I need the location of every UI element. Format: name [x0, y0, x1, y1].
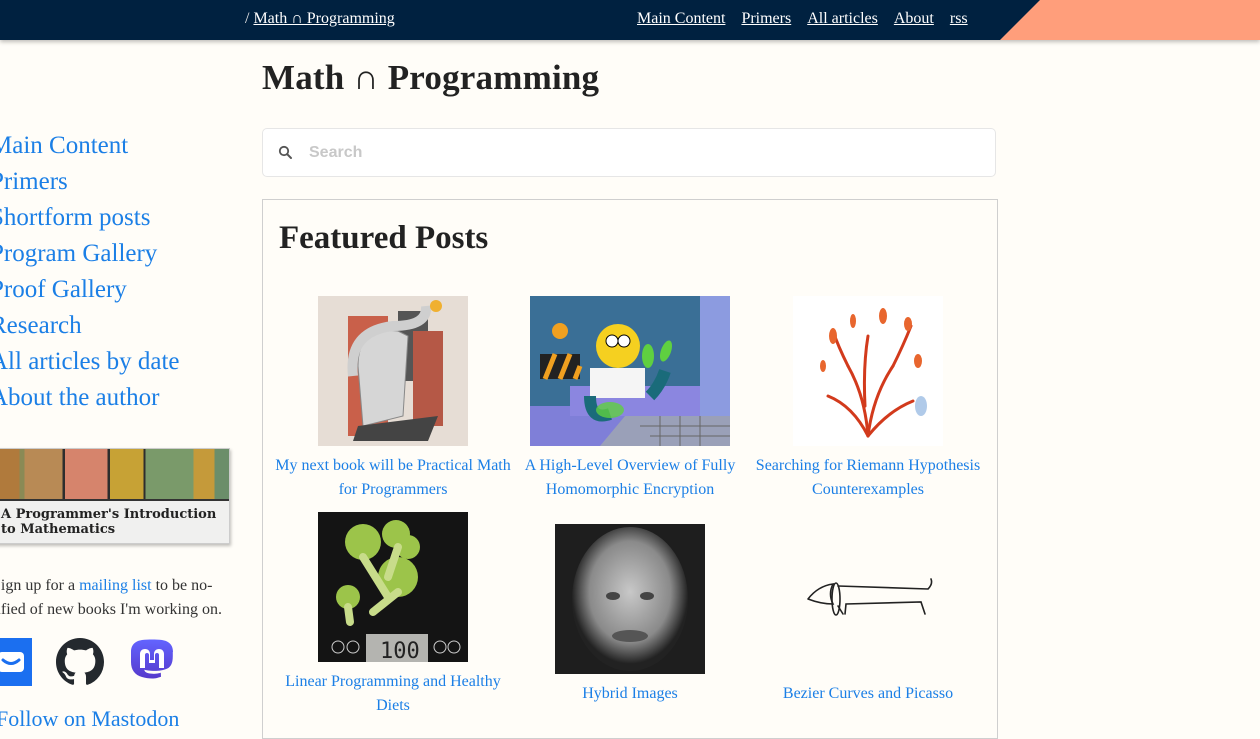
site-title: Math ∩ Programming [262, 58, 600, 97]
featured-post-bezier-picasso[interactable]: Bezier Curves and Picasso [750, 524, 986, 706]
mastodon-link[interactable] [128, 638, 176, 686]
signup-suffix: to be no- [151, 577, 213, 594]
top-nav-primers[interactable]: Primers [741, 10, 791, 28]
search-icon [278, 145, 292, 159]
mail-subscribe-button[interactable] [0, 638, 32, 686]
book-title-line-2: to Mathematics [1, 522, 116, 537]
fractal-plant-image [793, 296, 943, 446]
top-nav-all-articles[interactable]: All articles [807, 10, 878, 28]
mastodon-icon [131, 639, 173, 679]
top-nav: Main Content Primers All articles About … [637, 10, 968, 28]
sidebar-item-research[interactable]: Research [0, 312, 82, 339]
mailing-list-link[interactable]: mailing list [79, 577, 151, 594]
post-title: Bezier Curves and Picasso [782, 685, 954, 702]
sidebar-item-main-content[interactable]: Main Content [0, 132, 128, 159]
featured-post-linear-programming[interactable]: 100 Linear Programming and Healthy Diets [275, 512, 511, 718]
featured-post-hybrid-images[interactable]: Hybrid Images [512, 524, 748, 706]
sidebar-item-about-the-author[interactable]: About the author [0, 384, 159, 411]
breadcrumb-separator: / [245, 10, 250, 27]
featured-post-riemann[interactable]: Searching for Riemann Hypothesis Counter… [750, 296, 986, 502]
github-link[interactable] [56, 638, 104, 686]
search-box[interactable] [262, 128, 996, 177]
follow-mastodon-link[interactable]: Follow on Mastodon [0, 706, 179, 732]
svg-text:100: 100 [380, 639, 420, 662]
search-input[interactable] [307, 142, 961, 163]
homer-glovebox-image [530, 296, 730, 446]
sidebar-item-proof-gallery[interactable]: Proof Gallery [0, 276, 127, 303]
post-thumbnail-hybrid-face [555, 524, 705, 674]
breadcrumb: / Math ∩ Programming [245, 10, 395, 28]
top-nav-main-content[interactable]: Main Content [637, 10, 725, 28]
post-title: Linear Programming and Healthy Diets [285, 673, 501, 714]
post-thumbnail-abstract-painting [318, 296, 468, 446]
book-cover-mosaic-art [0, 449, 229, 501]
abstract-painting-image [318, 296, 468, 446]
topbar-accent-shape [1000, 0, 1260, 40]
featured-posts-heading: Featured Posts [279, 220, 489, 256]
broccoli-scale-image: 100 [318, 512, 468, 662]
sidebar-links: Main Content Primers Shortform posts Pro… [0, 128, 240, 416]
top-nav-rss[interactable]: rss [950, 10, 968, 28]
book-cover-link[interactable]: A Programmer's Introduction to Mathemati… [0, 448, 230, 544]
sidebar-item-all-articles-by-date[interactable]: All articles by date [0, 348, 180, 375]
signup-prefix: Sign up for a [0, 577, 80, 594]
featured-post-practical-math[interactable]: My next book will be Practical Math for … [275, 296, 511, 502]
post-title: Searching for Riemann Hypothesis Counter… [755, 457, 981, 498]
post-thumbnail-fractal-plant [793, 296, 943, 446]
sidebar-item-program-gallery[interactable]: Program Gallery [0, 240, 157, 267]
mail-icon [0, 652, 24, 672]
book-title-line-1: A Programmer's Introduction [1, 507, 217, 522]
post-thumbnail-homer-glovebox [530, 296, 730, 446]
featured-posts-panel: Featured Posts My next book will be Prac… [262, 199, 998, 739]
book-cover-title: A Programmer's Introduction to Mathemati… [0, 501, 229, 537]
mailing-list-signup-text: Sign up for a mailing list to be no- tif… [0, 574, 237, 622]
post-thumbnail-picasso-dog [793, 524, 943, 674]
post-thumbnail-broccoli-scale: 100 [318, 512, 468, 662]
sidebar-item-shortform-posts[interactable]: Shortform posts [0, 204, 150, 231]
featured-post-fhe[interactable]: A High-Level Overview of Fully Homomorph… [512, 296, 748, 502]
hybrid-face-image [555, 524, 705, 674]
post-title: A High-Level Overview of Fully Homomorph… [524, 457, 736, 498]
sidebar-item-primers[interactable]: Primers [0, 168, 68, 195]
signup-line-2: tified of new books I'm working on. [0, 601, 222, 618]
post-title: Hybrid Images [582, 685, 678, 702]
github-icon [56, 638, 104, 685]
post-title: My next book will be Practical Math for … [275, 457, 511, 498]
top-nav-about[interactable]: About [894, 10, 934, 28]
picasso-dog-image [793, 524, 943, 674]
top-navigation-bar: / Math ∩ Programming Main Content Primer… [0, 0, 1260, 40]
breadcrumb-home-link[interactable]: Math ∩ Programming [253, 10, 394, 27]
sidebar: Main Content Primers Shortform posts Pro… [0, 128, 240, 416]
